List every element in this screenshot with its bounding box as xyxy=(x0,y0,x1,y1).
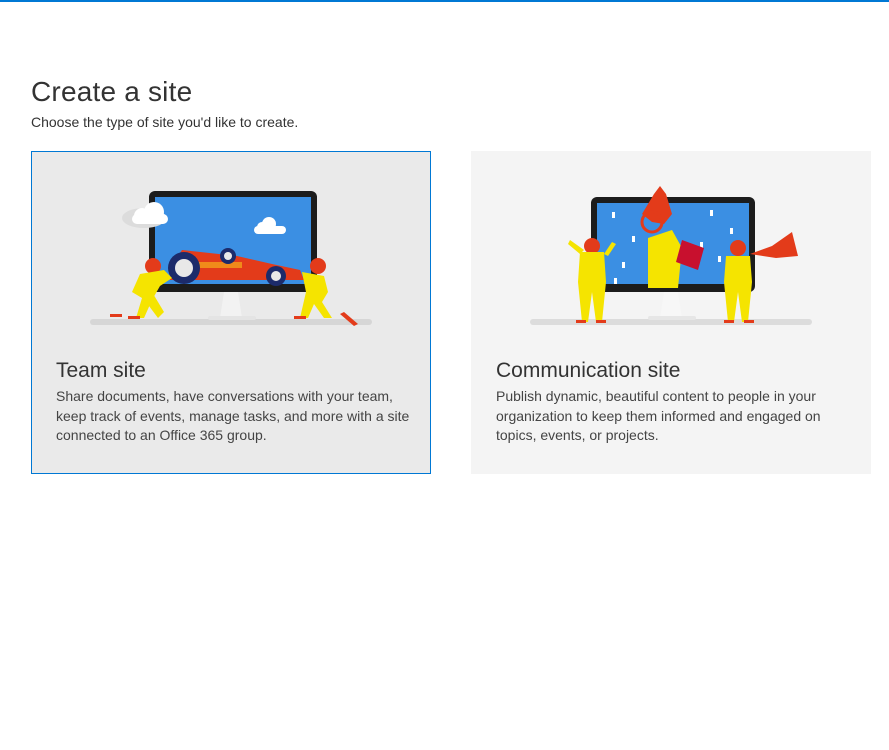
page-subtitle: Choose the type of site you'd like to cr… xyxy=(31,114,299,130)
page-title: Create a site xyxy=(31,76,193,107)
communication-site-title: Communication site xyxy=(496,359,681,382)
top-accent-bar xyxy=(0,0,889,2)
communication-site-description: Publish dynamic, beautiful content to pe… xyxy=(496,388,821,443)
cloud-icon xyxy=(122,202,168,228)
team-site-illustration xyxy=(90,191,372,326)
megaphone-icon xyxy=(750,232,798,258)
communication-site-card[interactable]: Communication site Publish dynamic, beau… xyxy=(471,151,871,474)
team-site-card[interactable]: Team site Share documents, have conversa… xyxy=(31,151,431,474)
megaphone-figure xyxy=(724,232,798,323)
team-site-title: Team site xyxy=(56,359,146,382)
communication-site-illustration xyxy=(530,186,812,325)
team-site-description: Share documents, have conversations with… xyxy=(56,388,410,443)
